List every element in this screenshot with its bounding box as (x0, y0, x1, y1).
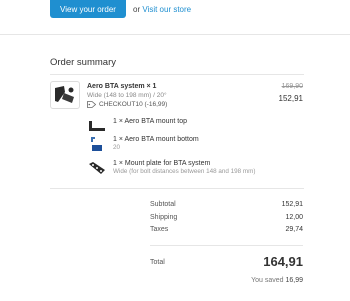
mount-plate-icon (89, 162, 105, 174)
shipping-value: 12,00 (285, 214, 303, 221)
bundle-item-variant: Wide (for bolt distances between 148 and… (113, 168, 256, 175)
mount-plate-image (87, 160, 107, 176)
product-name: Aero BTA system × 1 (87, 83, 157, 90)
bundle-item-variant: 20 (113, 144, 121, 151)
subtotal-value: 152,91 (281, 201, 303, 208)
order-status-page: View your order or Visit our store Order… (0, 0, 350, 301)
original-price: 169,90 (281, 83, 303, 90)
mount-top-image (87, 118, 107, 134)
mount-bottom-icon (91, 137, 102, 151)
list-item: 1 × Mount plate for BTA system Wide (for… (87, 160, 255, 176)
taxes-label: Taxes (150, 226, 169, 233)
divider (50, 74, 304, 75)
product-variant: Wide (148 to 198 mm) / 20° (87, 92, 167, 99)
total-label: Total (150, 259, 165, 266)
shipping-label: Shipping (150, 214, 178, 221)
tag-icon (87, 101, 96, 108)
product-price: 169,90 152,91 (279, 83, 303, 103)
bundle-item-name: 1 × Aero BTA mount top (113, 118, 187, 125)
bundle-item-name: 1 × Aero BTA mount bottom (113, 136, 199, 143)
product-details: Aero BTA system × 1 Wide (148 to 198 mm)… (87, 83, 247, 108)
mount-bottom-image (87, 136, 107, 152)
store-link-row: or Visit our store (133, 5, 191, 14)
shipping-row: Shipping 12,00 (150, 214, 303, 221)
taxes-row: Taxes 29,74 (150, 226, 303, 233)
visit-store-link[interactable]: Visit our store (142, 5, 191, 14)
saved-value: 16,99 (285, 277, 303, 284)
divider (0, 34, 350, 35)
bta-system-icon (55, 86, 74, 103)
discount-code: CHECKOUT10 (-16,99) (99, 101, 168, 108)
discount-tag: CHECKOUT10 (-16,99) (87, 101, 247, 108)
divider (150, 245, 303, 246)
list-item: 1 × Aero BTA mount bottom 20 (87, 136, 199, 152)
savings-note: You saved 16,99 (251, 277, 303, 284)
taxes-value: 29,74 (285, 226, 303, 233)
or-text: or (133, 4, 141, 14)
order-summary-title: Order summary (50, 57, 116, 68)
discounted-price: 152,91 (278, 94, 303, 103)
subtotal-label: Subtotal (150, 201, 176, 208)
list-item: 1 × Aero BTA mount top (87, 118, 187, 134)
order-actions: View your order or Visit our store (50, 0, 191, 18)
total-value: 164,91 (263, 254, 303, 269)
subtotal-row: Subtotal 152,91 (150, 201, 303, 208)
divider (50, 188, 304, 189)
view-order-button[interactable]: View your order (50, 0, 126, 18)
bundle-item-name: 1 × Mount plate for BTA system (113, 160, 211, 167)
saved-label: You saved (251, 277, 284, 284)
mount-top-icon (89, 121, 105, 131)
product-image (50, 81, 80, 109)
